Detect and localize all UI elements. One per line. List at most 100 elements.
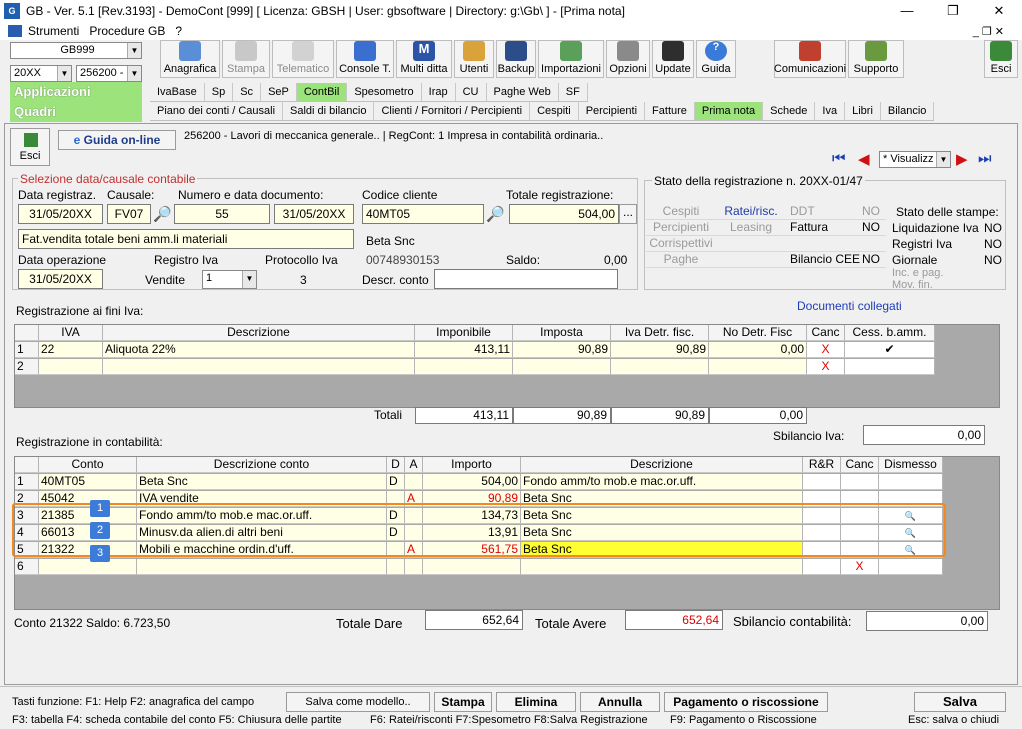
utenti-button[interactable]: Utenti — [454, 40, 494, 78]
totale-reg-field[interactable]: 504,00 — [509, 204, 619, 224]
view-mode-select[interactable]: * Visualizz ▼ — [879, 151, 951, 168]
anagrafica-button[interactable]: Anagrafica — [160, 40, 220, 78]
elimina-button[interactable]: Elimina — [496, 692, 576, 712]
table-row[interactable]: 6X — [15, 559, 943, 575]
table-row[interactable]: 1 40MT05 Beta Snc D 504,00 Fondo amm/to mob.e… — [15, 474, 943, 490]
esci-top-button[interactable]: Esci — [984, 40, 1018, 78]
menu-procedure-gb[interactable]: Procedure GB — [89, 24, 165, 38]
descrizione-cell[interactable] — [103, 359, 415, 375]
tab-contbil[interactable]: ContBil — [296, 83, 348, 101]
tab-paghe-web[interactable]: Paghe Web — [487, 83, 559, 101]
menu-strumenti[interactable]: Strumenti — [28, 24, 79, 38]
tab-libri[interactable]: Libri — [845, 102, 881, 120]
update-button[interactable]: Update — [652, 40, 694, 78]
rr-cell[interactable] — [803, 559, 841, 575]
console-button[interactable]: Console T. — [336, 40, 394, 78]
rr-cell[interactable] — [803, 474, 841, 490]
descr-conto-field[interactable] — [434, 269, 618, 289]
detr-cell[interactable] — [611, 359, 709, 375]
esci-button[interactable]: Esci — [10, 128, 50, 166]
tab-ivabase[interactable]: IvaBase — [150, 83, 205, 101]
last-record-icon[interactable]: ⏭ — [978, 150, 992, 167]
multi-ditta-button[interactable]: M Multi ditta — [396, 40, 452, 78]
search-icon[interactable]: 🔎 — [486, 205, 505, 223]
imposta-cell[interactable] — [513, 359, 611, 375]
conto-cell[interactable] — [39, 559, 137, 575]
close-icon[interactable]: ✕ — [976, 0, 1022, 22]
code-select[interactable]: 256200 - ▼ — [76, 65, 142, 82]
opzioni-button[interactable]: Opzioni — [606, 40, 650, 78]
tab-schede[interactable]: Schede — [763, 102, 816, 120]
cess-checkbox[interactable] — [845, 359, 935, 375]
comunicazioni-button[interactable]: Comunicazioni — [774, 40, 846, 78]
tab-percipienti[interactable]: Percipienti — [579, 102, 646, 120]
descrizione-causale-field[interactable]: Fat.vendita totale beni amm.li materiali — [18, 229, 354, 249]
avere-cell[interactable] — [405, 474, 423, 490]
registro-select[interactable]: 1 ▼ — [202, 270, 257, 289]
ellipsis-button[interactable]: ... — [619, 204, 637, 224]
tab-prima-nota[interactable]: Prima nota — [694, 102, 764, 120]
applicazioni-bar[interactable]: Applicazioni — [10, 82, 142, 102]
tab-sc[interactable]: Sc — [233, 83, 262, 101]
annulla-button[interactable]: Annulla — [580, 692, 660, 712]
avere-cell[interactable] — [405, 559, 423, 575]
salva-button[interactable]: Salva — [914, 692, 1006, 712]
nodetr-cell[interactable]: 0,00 — [709, 342, 807, 358]
salva-modello-button[interactable]: Salva come modello.. — [286, 692, 430, 712]
prev-record-icon[interactable]: ◀ — [858, 150, 870, 168]
tab-bilancio[interactable]: Bilancio — [881, 102, 935, 120]
tab-sf[interactable]: SF — [559, 83, 588, 101]
conto-cell[interactable]: 40MT05 — [39, 474, 137, 490]
minimize-icon[interactable]: — — [884, 0, 930, 22]
iva-cell[interactable]: 22 — [39, 342, 103, 358]
stampa-button[interactable]: Stampa — [434, 692, 492, 712]
supporto-button[interactable]: Supporto — [848, 40, 904, 78]
guida-button[interactable]: ? Guida — [696, 40, 736, 78]
delete-row-button[interactable]: X — [807, 342, 845, 358]
tab-sep[interactable]: SeP — [261, 83, 297, 101]
stampa-button[interactable]: Stampa — [222, 40, 270, 78]
menu-help[interactable]: ? — [175, 24, 182, 38]
detr-cell[interactable]: 90,89 — [611, 342, 709, 358]
table-row[interactable]: 2 X — [15, 359, 935, 375]
tab-saldi-bilancio[interactable]: Saldi di bilancio — [283, 102, 375, 120]
dare-cell[interactable]: D — [387, 474, 405, 490]
mdi-controls[interactable]: _ ❐ ✕ — [973, 25, 1004, 38]
causale-field[interactable]: FV07 — [107, 204, 151, 224]
restore-icon[interactable]: ❐ — [930, 0, 976, 22]
imposta-cell[interactable]: 90,89 — [513, 342, 611, 358]
numero-doc-field[interactable]: 55 — [174, 204, 270, 224]
delete-row-button[interactable]: X — [807, 359, 845, 375]
company-select[interactable]: GB999 ▼ — [10, 42, 142, 59]
tab-piano-conti[interactable]: Piano dei conti / Causali — [150, 102, 284, 120]
first-record-icon[interactable]: ⏮ — [832, 150, 846, 167]
backup-button[interactable]: Backup — [496, 40, 536, 78]
dismesso-cell[interactable] — [879, 559, 943, 575]
telematico-button[interactable]: Telematico — [272, 40, 334, 78]
importo-cell[interactable]: 504,00 — [423, 474, 521, 490]
descrizione-cell[interactable] — [521, 559, 803, 575]
canc-cell[interactable] — [841, 474, 879, 490]
tab-irap[interactable]: Irap — [422, 83, 456, 101]
year-select[interactable]: 20XX ▼ — [10, 65, 72, 82]
descrizione-cell[interactable]: Aliquota 22% — [103, 342, 415, 358]
codice-cliente-field[interactable]: 40MT05 — [362, 204, 484, 224]
data-reg-field[interactable]: 31/05/20XX — [18, 204, 103, 224]
documenti-collegati-link[interactable]: Documenti collegati — [797, 299, 902, 313]
descrizione-cell[interactable]: Fondo amm/to mob.e mac.or.uff. — [521, 474, 803, 490]
tab-cu[interactable]: CU — [456, 83, 487, 101]
tab-clienti-fornitori[interactable]: Clienti / Fornitori / Percipienti — [374, 102, 531, 120]
dare-cell[interactable] — [387, 559, 405, 575]
descrizione-conto-cell[interactable] — [137, 559, 387, 575]
nodetr-cell[interactable] — [709, 359, 807, 375]
tab-fatture[interactable]: Fatture — [645, 102, 695, 120]
data-doc-field[interactable]: 31/05/20XX — [274, 204, 354, 224]
iva-cell[interactable] — [39, 359, 103, 375]
cess-checkbox[interactable]: ✔ — [845, 342, 935, 358]
table-row[interactable]: 1 22 Aliquota 22% 413,11 90,89 90,89 0,0… — [15, 342, 935, 358]
quadri-bar[interactable]: Quadri — [10, 102, 142, 122]
importo-cell[interactable] — [423, 559, 521, 575]
tab-cespiti[interactable]: Cespiti — [530, 102, 579, 120]
guida-online-button[interactable]: e Guida on-line — [58, 130, 176, 150]
importazioni-button[interactable]: Importazioni — [538, 40, 604, 78]
